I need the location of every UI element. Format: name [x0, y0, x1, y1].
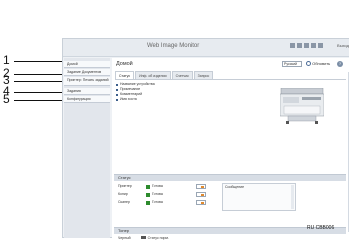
app-title: Web Image Monitor: [147, 43, 200, 49]
browser-window: Web Image Monitor Выход Домой Задание До…: [62, 38, 349, 241]
help-icon[interactable]: [304, 43, 309, 48]
callout-leader-line: [14, 74, 64, 75]
refresh-icon: [306, 61, 311, 67]
status-detail-icon[interactable]: [196, 192, 206, 197]
status-row-label: Копир: [118, 192, 128, 196]
logout-link[interactable]: Выход: [337, 43, 349, 48]
sidebar-item-home[interactable]: Домой: [64, 61, 110, 68]
sidebar-item-configuration[interactable]: Конфигурация: [64, 96, 110, 103]
callout-number: 5: [3, 92, 10, 106]
refresh-button[interactable]: Обновить: [306, 61, 330, 67]
main-content: Домой Русский Обновить ? Статус Инф. об …: [112, 58, 349, 241]
toner-row-label: Черный: [118, 236, 131, 240]
callout-5: 5: [0, 92, 64, 106]
user-icon[interactable]: [318, 43, 323, 48]
device-info-list: Название устройства Примечание Комментар…: [116, 82, 155, 102]
status-ok-icon: [146, 200, 150, 205]
sidebar: Домой Задание Документов Принтер: Печать…: [64, 58, 110, 238]
home-icon[interactable]: [290, 43, 295, 48]
status-row-printer: Принтер Готова: [118, 183, 238, 190]
help-icon[interactable]: ?: [337, 61, 343, 67]
tab-underline: [115, 79, 346, 80]
status-row-copier: Копир Готова: [118, 191, 238, 198]
status-row-scanner: Сканер Готова: [118, 199, 238, 206]
tab-inquiry[interactable]: Запрос: [193, 71, 214, 79]
status-row-label: Принтер: [118, 184, 132, 188]
status-row-value: Готова: [152, 200, 163, 204]
header-icons: [290, 43, 323, 48]
status-detail-icon[interactable]: [196, 184, 206, 189]
status-ok-icon: [146, 192, 150, 197]
callout-number: 1: [3, 53, 10, 67]
sidebar-item-print-jobs[interactable]: Принтер: Печать заданий: [64, 77, 110, 86]
status-detail-icon[interactable]: [196, 200, 206, 205]
toner-icon: [140, 236, 146, 239]
printer-image: [280, 88, 324, 124]
callout-leader-line: [14, 100, 64, 101]
callout-leader-line: [14, 81, 64, 82]
sidebar-item-document-server[interactable]: Задание Документов: [64, 69, 110, 76]
tab-counter[interactable]: Счетчик: [171, 71, 193, 79]
figure-code: RU CBB006: [307, 225, 335, 231]
language-select[interactable]: Русский: [282, 61, 302, 67]
callout-leader-line: [14, 92, 64, 93]
callout-leader-line: [14, 61, 64, 62]
refresh-label: Обновить: [312, 61, 331, 66]
list-item-host-name: Имя хоста: [116, 97, 155, 102]
sidebar-item-jobs[interactable]: Задания: [64, 88, 110, 95]
tab-status[interactable]: Статус: [115, 71, 135, 79]
status-section-header: Статус: [114, 174, 346, 181]
message-label: Сообщение: [225, 185, 245, 189]
tab-product-info[interactable]: Инф. об изделии: [135, 71, 171, 79]
status-ok-icon: [146, 184, 150, 189]
tab-bar: Статус Инф. об изделии Счетчик Запрос: [115, 71, 214, 79]
status-row-value: Готова: [152, 192, 163, 196]
message-panel: Сообщение: [222, 183, 296, 211]
status-row-label: Сканер: [118, 200, 130, 204]
header-bar: Web Image Monitor Выход: [63, 39, 349, 57]
toner-row-black: Черный Статус норм.: [118, 236, 169, 241]
info-icon[interactable]: [311, 43, 316, 48]
message-scrollbar[interactable]: [291, 185, 294, 209]
printer-icon[interactable]: [297, 43, 302, 48]
toner-row-value: Статус норм.: [147, 236, 169, 240]
status-row-value: Готова: [152, 184, 163, 188]
page-title: Домой: [116, 61, 133, 67]
callout-1: 1: [0, 53, 64, 67]
